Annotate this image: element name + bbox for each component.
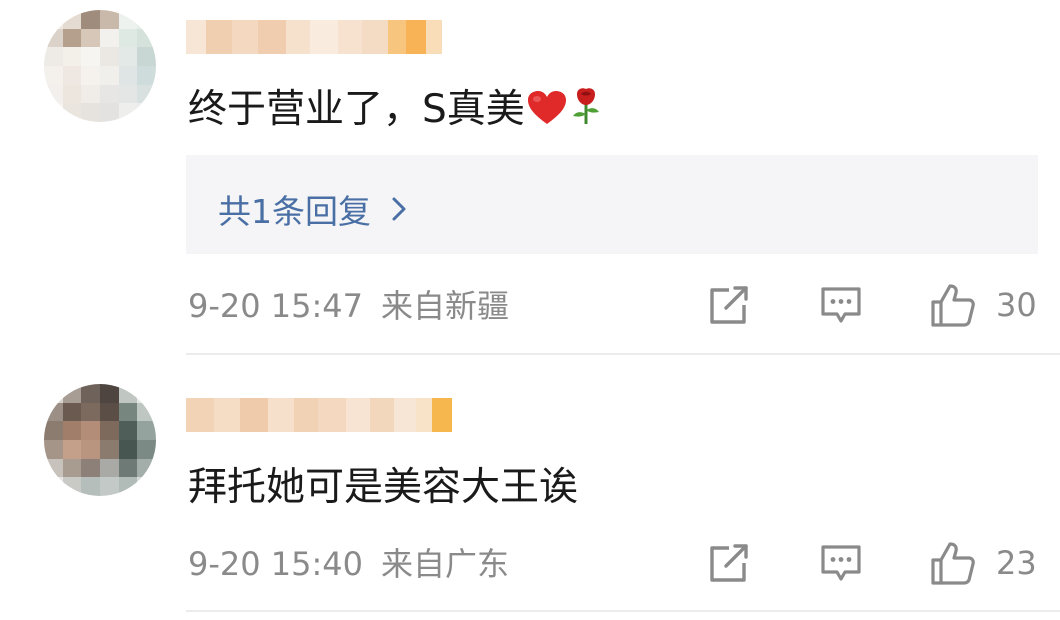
comment-body: 终于营业了，S真美 bbox=[188, 87, 525, 132]
timestamp: 9-20 15:47 bbox=[188, 287, 364, 325]
share-icon bbox=[710, 286, 748, 324]
like-count: 23 bbox=[996, 544, 1037, 582]
reply-box: 共1条回复 bbox=[186, 155, 1038, 254]
timestamp: 9-20 15:40 bbox=[188, 545, 364, 583]
like-button[interactable]: 30 bbox=[930, 282, 1037, 328]
location: 来自广东 bbox=[381, 545, 510, 583]
location: 来自新疆 bbox=[381, 287, 510, 325]
thumbs-up-icon bbox=[931, 542, 975, 585]
comment-item: 拜托她可是美容大王诶 9-20 15:40 来自广东 23 bbox=[0, 356, 1060, 620]
comment-meta: 9-20 15:40 来自广东 bbox=[188, 548, 509, 580]
share-icon bbox=[710, 544, 748, 582]
heart-emoji-icon bbox=[527, 90, 567, 133]
thumbs-up-icon bbox=[931, 284, 975, 327]
comment-meta: 9-20 15:47 来自新疆 bbox=[188, 290, 509, 322]
comment-text: 拜托她可是美容大王诶 bbox=[188, 468, 578, 507]
comment-icon bbox=[821, 287, 861, 323]
comment-icon bbox=[821, 545, 861, 581]
like-count: 30 bbox=[996, 286, 1037, 324]
share-button[interactable] bbox=[708, 286, 750, 326]
username-blurred[interactable] bbox=[186, 20, 442, 54]
divider bbox=[186, 353, 1060, 355]
avatar[interactable] bbox=[44, 10, 156, 122]
view-replies-link[interactable]: 共1条回复 bbox=[218, 185, 407, 233]
comment-button[interactable] bbox=[820, 286, 862, 326]
comment-body: 拜托她可是美容大王诶 bbox=[188, 465, 579, 510]
username-blurred[interactable] bbox=[186, 398, 452, 432]
rose-emoji-icon bbox=[569, 86, 603, 133]
like-button[interactable]: 23 bbox=[930, 540, 1037, 586]
chevron-right-icon bbox=[392, 197, 406, 221]
avatar[interactable] bbox=[44, 384, 156, 496]
comment-button[interactable] bbox=[820, 544, 862, 584]
comment-text: 终于营业了，S真美 bbox=[188, 86, 603, 133]
share-button[interactable] bbox=[708, 544, 750, 584]
comment-item: 终于营业了，S真美 共1条回复 9-20 15:47 来自新疆 30 bbox=[0, 0, 1060, 356]
reply-count-label: 共1条回复 bbox=[218, 192, 371, 231]
divider bbox=[186, 610, 1060, 612]
